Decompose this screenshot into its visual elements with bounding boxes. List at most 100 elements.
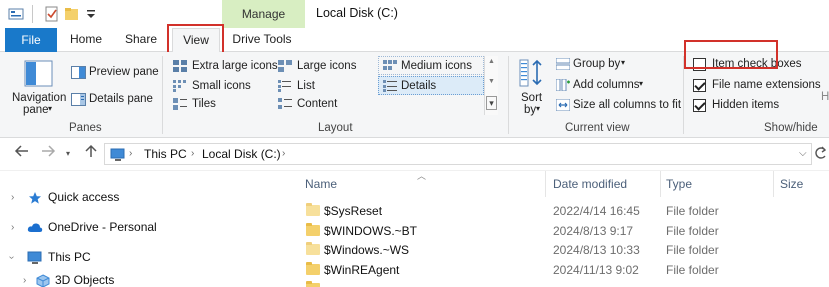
computer-icon (27, 251, 43, 268)
address-dropdown-icon[interactable]: ⌵ (799, 148, 807, 159)
details-pane-label: Details pane (89, 93, 153, 105)
file-date: 2024/11/13 9:02 (553, 263, 639, 277)
nav-item-label: 3D Objects (55, 273, 115, 287)
navigation-pane: › Quick access › OneDrive - Personal › T… (0, 171, 290, 287)
nav-item-label: OneDrive - Personal (48, 220, 157, 234)
folder-icon (306, 203, 320, 216)
dropdown-arrow-icon: ▾ (639, 79, 644, 88)
refresh-icon[interactable] (815, 146, 827, 165)
star-icon (28, 191, 42, 208)
current-view-group-label: Current view (565, 122, 630, 134)
expand-chevron-icon[interactable]: › (11, 192, 14, 203)
large-icons-label: Large icons (297, 60, 357, 72)
forward-arrow-icon[interactable] (40, 144, 56, 163)
sort-ascending-icon: ︿ (417, 171, 427, 181)
file-type: File folder (666, 263, 719, 277)
this-pc-icon (110, 148, 126, 165)
manage-tab[interactable]: Manage (222, 0, 305, 28)
small-icons-icon (173, 80, 187, 95)
sort-by-icon (518, 58, 546, 91)
breadcrumb-local-disk[interactable]: Local Disk (C:) (202, 147, 281, 161)
expand-chevron-icon[interactable]: › (23, 275, 26, 286)
large-icons-icon (278, 60, 292, 75)
tab-drive-tools[interactable]: Drive Tools (228, 28, 296, 52)
column-header-type[interactable]: Type (666, 177, 692, 191)
folder-icon (306, 262, 320, 275)
file-name: $WINDOWS.~BT (324, 224, 418, 238)
show-hide-group-label: Show/hide (764, 122, 818, 134)
toolbar-divider (32, 5, 33, 23)
dropdown-arrow-icon: ▾ (48, 104, 53, 113)
file-date: 2024/8/13 10:33 (553, 243, 640, 257)
table-row[interactable]: $Windows.~WS 2024/8/13 10:33 File folder (296, 240, 829, 260)
scroll-down-icon[interactable]: ▼ (488, 78, 495, 85)
column-header-name[interactable]: Name (305, 177, 337, 191)
column-splitter[interactable] (660, 171, 661, 197)
navigation-pane-label-2: pane (23, 104, 49, 116)
dropdown-arrow-icon: ▾ (536, 104, 541, 113)
sort-label-2: by (524, 104, 537, 116)
preview-pane-icon (71, 66, 86, 82)
layout-group-label: Layout (318, 122, 353, 134)
new-folder-icon[interactable] (64, 6, 80, 22)
details-icon (383, 80, 397, 95)
checkmark-doc-icon[interactable] (44, 6, 60, 22)
folder-icon (306, 242, 320, 255)
navigation-pane-icon (24, 60, 54, 91)
view-tab-highlight (167, 24, 224, 54)
address-bar[interactable]: › This PC › Local Disk (C:) › ⌵ (104, 143, 812, 165)
extra-large-icons-icon (173, 60, 187, 75)
column-splitter[interactable] (773, 171, 774, 197)
layout-gallery-scroll[interactable]: ▲ ▼ ▾ (484, 56, 498, 115)
size-all-columns-label: Size all columns to fit (573, 99, 682, 111)
folder-icon (306, 281, 320, 287)
expand-chevron-icon[interactable]: › (11, 222, 14, 233)
tab-home[interactable]: Home (62, 28, 110, 52)
group-by-icon (555, 57, 571, 73)
tab-share[interactable]: Share (118, 28, 164, 52)
hidden-items-checkbox[interactable] (693, 99, 706, 112)
properties-icon[interactable] (8, 6, 26, 22)
file-name: $Windows.~WS (324, 243, 410, 257)
cube-icon (36, 274, 50, 287)
size-columns-icon (555, 98, 571, 114)
recent-locations-chevron-icon[interactable]: ▾ (66, 149, 70, 158)
nav-item-label: This PC (48, 250, 91, 264)
overflow-label[interactable]: H (821, 91, 829, 103)
file-type: File folder (666, 204, 719, 218)
expand-gallery-icon[interactable]: ▾ (486, 96, 497, 110)
table-row[interactable]: $SysReset 2022/4/14 16:45 File folder (296, 201, 829, 221)
breadcrumb-this-pc[interactable]: This PC (144, 147, 187, 161)
back-arrow-icon[interactable] (14, 144, 30, 163)
add-columns-icon (555, 78, 570, 94)
breadcrumb-chevron-icon[interactable]: › (282, 148, 285, 159)
hidden-items-label: Hidden items (712, 99, 780, 111)
breadcrumb-chevron-icon[interactable]: › (129, 148, 132, 159)
table-row[interactable]: $WinREAgent 2024/11/13 9:02 File folder (296, 260, 829, 280)
column-header-date-modified[interactable]: Date modified (553, 177, 627, 191)
column-splitter[interactable] (545, 171, 546, 197)
breadcrumb-chevron-icon[interactable]: › (191, 148, 194, 159)
file-name-extensions-checkbox[interactable] (693, 79, 706, 92)
small-icons-label: Small icons (192, 80, 251, 92)
group-divider (508, 56, 509, 134)
title-bar: Manage Local Disk (C:) (0, 0, 829, 28)
details-label: Details (401, 80, 437, 92)
file-name: $SysReset (324, 204, 383, 218)
file-name-extensions-label: File name extensions (712, 79, 821, 91)
collapse-chevron-icon[interactable]: › (6, 256, 17, 259)
address-row: ▾ › This PC › Local Disk (C:) › ⌵ (0, 139, 829, 171)
up-arrow-icon[interactable] (84, 144, 98, 163)
list-label: List (297, 80, 315, 92)
group-by-label: Group by (573, 58, 621, 70)
customize-arrow-icon[interactable] (86, 6, 96, 22)
group-divider (162, 56, 163, 134)
scroll-up-icon[interactable]: ▲ (488, 58, 495, 65)
sort-label: Sort (521, 92, 543, 104)
file-date: 2022/4/14 16:45 (553, 204, 640, 218)
medium-icons-icon (383, 60, 397, 75)
table-row-partial[interactable] (296, 280, 829, 287)
column-header-size[interactable]: Size (780, 177, 803, 191)
table-row[interactable]: $WINDOWS.~BT 2024/8/13 9:17 File folder (296, 221, 829, 241)
tab-file[interactable]: File (5, 28, 57, 52)
